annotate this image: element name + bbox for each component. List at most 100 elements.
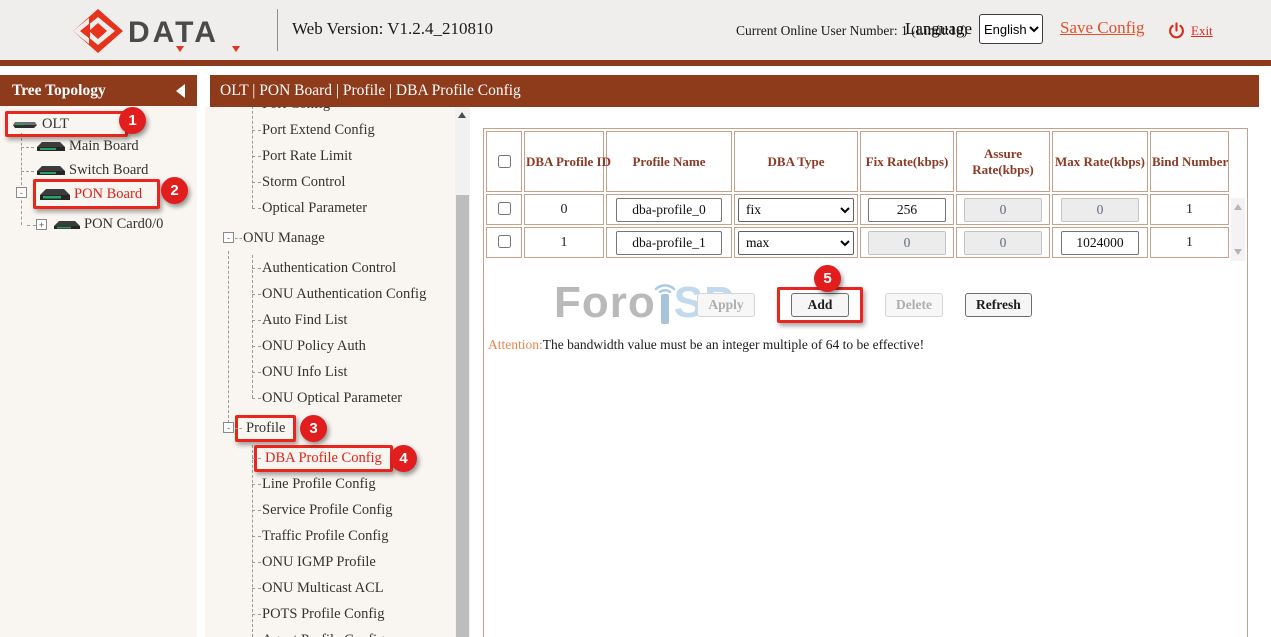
- power-icon: [1168, 22, 1185, 39]
- nav-item-label: Optical Parameter: [262, 200, 367, 217]
- nav-item-agent-profile-config[interactable]: Agent Profile Config: [205, 627, 455, 637]
- dba-type-select[interactable]: fix: [738, 198, 854, 222]
- nav-item-authentication-control[interactable]: Authentication Control: [205, 255, 455, 281]
- header-accent-bar: [0, 60, 1271, 66]
- nav-expander[interactable]: -: [223, 422, 234, 433]
- card-device-icon: [53, 219, 81, 231]
- tree-connector: [27, 225, 36, 226]
- refresh-button[interactable]: Refresh: [965, 293, 1032, 317]
- add-button[interactable]: Add: [791, 293, 849, 317]
- nav-item-optical-parameter[interactable]: Optical Parameter: [205, 195, 455, 221]
- nav-item-label: Port Extend Config: [262, 122, 375, 139]
- olt-device-icon: [11, 119, 39, 129]
- row-checkbox[interactable]: [498, 202, 511, 215]
- assure-rate-input: [964, 198, 1042, 222]
- nav-item-port-extend-config[interactable]: Port Extend Config: [205, 117, 455, 143]
- nav-item-onu-igmp-profile[interactable]: ONU IGMP Profile: [205, 549, 455, 575]
- web-version-text: Web Version: V1.2.4_210810: [292, 19, 493, 39]
- table-row: 1 max 1: [486, 227, 1229, 258]
- bind-number-value: 1: [1150, 194, 1229, 225]
- exit-label: Exit: [1191, 23, 1213, 39]
- board-device-icon: [36, 164, 66, 177]
- nav-group-profile[interactable]: - Profile 3: [205, 415, 455, 441]
- nav-item-label: Agent Profile Config: [262, 632, 384, 637]
- annotation-box-2: PON Board: [33, 179, 160, 209]
- nav-item-port-rate-limit[interactable]: Port Rate Limit: [205, 143, 455, 169]
- tree-node-label: Switch Board: [69, 162, 148, 179]
- tree-node-label: OLT: [42, 116, 69, 133]
- board-device-icon: [36, 140, 66, 153]
- col-bind-number: Bind Number: [1150, 131, 1229, 192]
- exit-button[interactable]: Exit: [1168, 22, 1213, 39]
- action-button-row: Apply Add Delete Refresh: [484, 287, 1247, 323]
- col-profile-name: Profile Name: [606, 131, 732, 192]
- nav-item-label: ONU Authentication Config: [262, 286, 426, 303]
- col-fix-rate: Fix Rate(kbps): [860, 131, 954, 192]
- dba-type-select[interactable]: max: [738, 231, 854, 255]
- nav-item-dba-profile-config[interactable]: DBA Profile Config 4: [205, 445, 455, 471]
- nav-expander[interactable]: -: [223, 232, 234, 243]
- assure-rate-input: [964, 231, 1042, 255]
- scrollbar-thumb[interactable]: [456, 195, 469, 637]
- nav-item-label: ONU IGMP Profile: [262, 554, 376, 571]
- fix-rate-input[interactable]: [868, 198, 946, 222]
- tree-expander-pon-card[interactable]: +: [36, 219, 47, 230]
- nav-item-pots-profile-config[interactable]: POTS Profile Config: [205, 601, 455, 627]
- dba-profile-id-value: 1: [524, 227, 604, 258]
- cdata-logo: DATA: [72, 8, 219, 54]
- tree-node-main-board[interactable]: Main Board: [36, 138, 139, 155]
- annotation-box-5: Add: [777, 287, 863, 323]
- scroll-up-arrow[interactable]: [455, 107, 470, 123]
- nav-item-onu-multicast-acl[interactable]: ONU Multicast ACL: [205, 575, 455, 601]
- max-rate-input[interactable]: [1061, 231, 1139, 255]
- nav-item-label: Service Profile Config: [262, 502, 392, 519]
- tree-expander-pon-board[interactable]: -: [16, 187, 27, 198]
- nav-item-onu-authentication-config[interactable]: ONU Authentication Config: [205, 281, 455, 307]
- language-select[interactable]: English: [979, 14, 1043, 44]
- breadcrumb: OLT | PON Board | Profile | DBA Profile …: [210, 75, 1259, 107]
- nav-item-service-profile-config[interactable]: Service Profile Config: [205, 497, 455, 523]
- nav-item-storm-control[interactable]: Storm Control: [205, 169, 455, 195]
- nav-item-label: ONU Manage: [243, 230, 325, 247]
- dba-profile-id-value: 0: [524, 194, 604, 225]
- scroll-down-arrow[interactable]: [1234, 249, 1242, 255]
- tree-connector: [21, 147, 34, 148]
- nav-item-auto-find-list[interactable]: Auto Find List: [205, 307, 455, 333]
- nav-item-label: Authentication Control: [262, 260, 396, 277]
- nav-item-traffic-profile-config[interactable]: Traffic Profile Config: [205, 523, 455, 549]
- nav-scrollbar[interactable]: [455, 107, 470, 637]
- step-badge-2: 2: [161, 177, 188, 204]
- header: DATA Web Version: V1.2.4_210810 Current …: [0, 0, 1271, 60]
- nav-item-label: Storm Control: [262, 174, 345, 191]
- table-header-row: DBA Profile ID Profile Name DBA Type Fix…: [486, 131, 1229, 192]
- nav-item-label: Port Rate Limit: [262, 148, 352, 165]
- nav-item-label: Profile: [246, 420, 285, 437]
- scroll-up-arrow[interactable]: [1234, 204, 1242, 210]
- attention-prefix: Attention:: [488, 337, 543, 352]
- save-config-link[interactable]: Save Config: [1060, 18, 1145, 38]
- tree-panel-header: Tree Topology: [0, 75, 197, 106]
- tree-node-switch-board[interactable]: Switch Board: [36, 162, 148, 179]
- tree-connector: [21, 171, 34, 172]
- row-checkbox[interactable]: [498, 235, 511, 248]
- logo-accent: [232, 46, 240, 52]
- tree-node-pon-card[interactable]: PON Card0/0: [53, 216, 163, 233]
- tree-topology-panel: Tree Topology OLT 1: [0, 75, 197, 637]
- nav-item-line-profile-config[interactable]: Line Profile Config: [205, 471, 455, 497]
- nav-item-label: ONU Policy Auth: [262, 338, 366, 355]
- profile-name-input[interactable]: [616, 231, 722, 255]
- select-all-checkbox[interactable]: [498, 155, 511, 168]
- select-all-cell: [486, 131, 522, 192]
- tree-node-olt[interactable]: OLT 1: [5, 111, 128, 137]
- table-scrollbar[interactable]: [1231, 198, 1245, 261]
- nav-item-onu-optical-parameter[interactable]: ONU Optical Parameter: [205, 385, 455, 411]
- profile-name-input[interactable]: [616, 198, 722, 222]
- nav-item-onu-policy-auth[interactable]: ONU Policy Auth: [205, 333, 455, 359]
- tree-node-pon-board[interactable]: PON Board 2: [33, 179, 160, 209]
- nav-item-label: Port Config: [262, 107, 330, 113]
- collapse-panel-icon[interactable]: [176, 84, 185, 98]
- nav-group-onu-manage[interactable]: - ONU Manage: [205, 225, 455, 251]
- nav-item-label: DBA Profile Config: [265, 450, 382, 467]
- nav-item-onu-info-list[interactable]: ONU Info List: [205, 359, 455, 385]
- nav-item-port-config[interactable]: Port Config: [205, 107, 455, 117]
